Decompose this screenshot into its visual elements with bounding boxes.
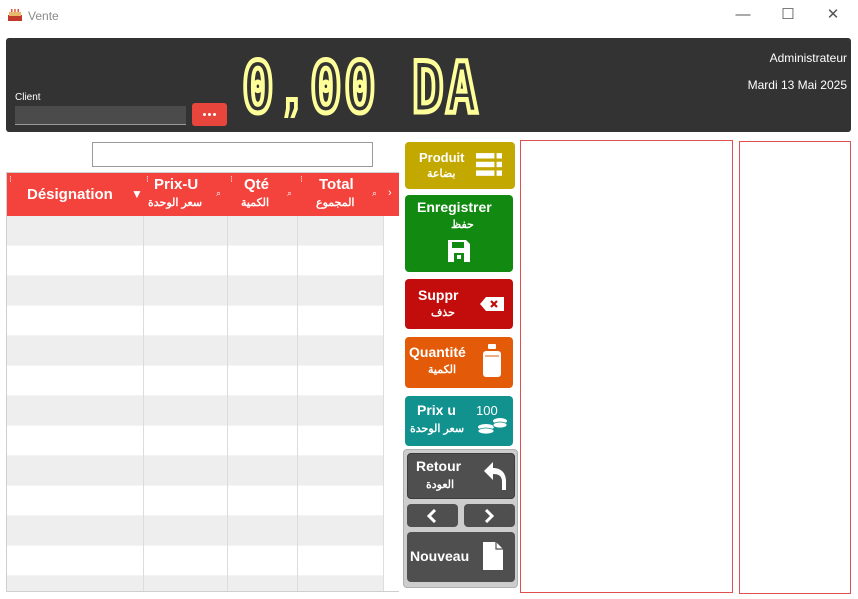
prix-u-label: Prix u (417, 402, 456, 418)
undo-arrow-icon (484, 462, 506, 490)
maximize-button[interactable]: ☐ (773, 4, 803, 26)
search-input[interactable] (92, 142, 373, 167)
weight-icon (483, 344, 501, 377)
product-panel (520, 140, 733, 593)
column-total-sub: المجموع (316, 197, 355, 209)
produit-sub: بضاعة (427, 168, 456, 180)
client-input[interactable] (15, 106, 186, 125)
user-name: Administrateur (769, 51, 847, 65)
column-prix-u-sub: سعر الوحدة (148, 197, 203, 209)
table-row[interactable] (7, 336, 383, 366)
table-row[interactable] (7, 486, 383, 516)
vertical-scrollbar[interactable] (383, 216, 399, 591)
client-select-button[interactable] (192, 103, 227, 126)
search-icon[interactable]: ⌕ (216, 188, 221, 199)
retour-sub: العودة (426, 479, 455, 491)
minimize-button[interactable]: — (728, 4, 758, 26)
column-qte-label: Qté (244, 176, 270, 193)
backspace-icon (480, 297, 504, 311)
table-row[interactable] (7, 246, 383, 276)
column-divider (143, 216, 144, 591)
chevron-left-icon (427, 509, 437, 523)
produit-button[interactable]: Produit بضاعة (405, 142, 515, 189)
suppr-label: Suppr (418, 287, 459, 303)
enregistrer-label: Enregistrer (417, 199, 492, 215)
table-row[interactable] (7, 576, 383, 591)
nouveau-button[interactable]: Nouveau (407, 532, 515, 582)
enregistrer-sub: حفظ (451, 219, 474, 231)
floppy-disk-icon (448, 240, 470, 262)
table-row[interactable] (7, 546, 383, 576)
table-row[interactable] (7, 306, 383, 336)
column-designation[interactable]: Désignation ▼ (7, 173, 143, 216)
retour-button[interactable]: Retour العودة (407, 453, 515, 499)
prix-u-button[interactable]: Prix u سعر الوحدة 100 (405, 396, 513, 446)
title-bar: Vente — ☐ ✕ (0, 0, 858, 32)
column-designation-label: Désignation (27, 186, 113, 203)
table-body (7, 216, 383, 591)
enregistrer-button[interactable]: Enregistrer حفظ (405, 195, 513, 272)
quantite-sub: الكمية (428, 364, 457, 376)
close-button[interactable]: ✕ (818, 4, 848, 26)
previous-button[interactable] (407, 504, 458, 527)
next-button[interactable] (464, 504, 515, 527)
table-row[interactable] (7, 396, 383, 426)
table-row[interactable] (7, 216, 383, 246)
nouveau-label: Nouveau (410, 548, 470, 564)
header-panel: Client 0,00 DA Administrateur Mardi 13 M… (6, 38, 851, 132)
prix-u-sub: سعر الوحدة (410, 423, 465, 435)
column-qte-sub: الكمية (241, 197, 270, 209)
current-date: Mardi 13 Mai 2025 (747, 78, 847, 92)
column-total-label: Total (319, 176, 354, 193)
column-divider (297, 216, 298, 591)
retour-label: Retour (416, 458, 462, 474)
chevron-right-icon (484, 509, 494, 523)
quantite-label: Quantité (409, 344, 466, 360)
search-icon[interactable]: ⌕ (372, 188, 377, 199)
table-header: ⁝ Désignation ▼ ⁝ Prix-U سعر الوحدة ⌕ ⁝ … (7, 173, 399, 216)
coins-icon: 100 (476, 403, 508, 435)
ellipsis-icon (203, 113, 206, 116)
category-panel (739, 141, 851, 594)
sales-table: ⁝ Désignation ▼ ⁝ Prix-U سعر الوحدة ⌕ ⁝ … (6, 172, 399, 592)
client-label: Client (15, 92, 41, 103)
total-display: 0,00 DA (242, 52, 480, 118)
search-icon[interactable]: ⌕ (287, 188, 292, 199)
table-row[interactable] (7, 276, 383, 306)
table-row[interactable] (7, 516, 383, 546)
column-prix-u[interactable]: ⁝ Prix-U سعر الوحدة ⌕ (144, 173, 228, 216)
table-row[interactable] (7, 456, 383, 486)
suppr-button[interactable]: Suppr حذف (405, 279, 513, 329)
svg-text:100: 100 (476, 403, 498, 418)
column-prix-u-label: Prix-U (154, 176, 199, 193)
table-row[interactable] (7, 426, 383, 456)
produit-label: Produit (419, 150, 465, 165)
document-icon (483, 542, 503, 570)
cake-icon (8, 9, 22, 21)
scroll-columns-right-icon[interactable]: › (388, 187, 392, 199)
table-row[interactable] (7, 366, 383, 396)
column-divider (227, 216, 228, 591)
column-total[interactable]: ⁝ Total المجموع ⌕ (298, 173, 383, 216)
column-qte[interactable]: ⁝ Qté الكمية ⌕ (228, 173, 298, 216)
total-amount: 0,00 DA (242, 52, 480, 118)
quantite-button[interactable]: Quantité الكمية (405, 337, 513, 388)
window-title: Vente (28, 9, 59, 23)
filter-icon[interactable]: ▼ (131, 187, 143, 201)
list-icon (476, 153, 502, 176)
suppr-sub: حذف (431, 307, 455, 319)
